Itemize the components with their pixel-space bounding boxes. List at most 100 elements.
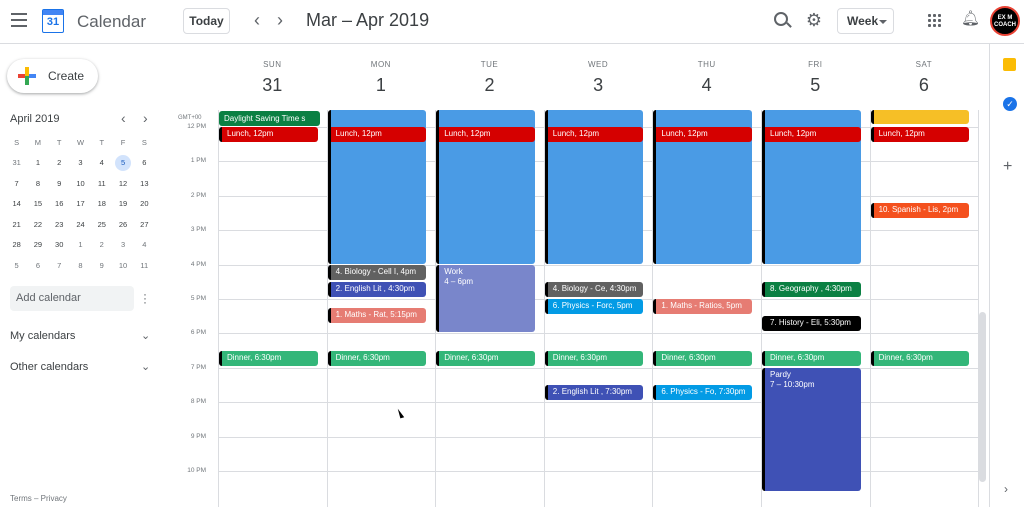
- event-chip[interactable]: Dinner, 6:30pm: [870, 350, 970, 366]
- mini-day[interactable]: 2: [49, 158, 70, 167]
- event-chip[interactable]: Dinner, 6:30pm: [327, 350, 427, 366]
- add-calendar-input[interactable]: Add calendar: [10, 286, 134, 311]
- mini-day[interactable]: 4: [91, 158, 112, 167]
- scrollbar[interactable]: [979, 312, 986, 482]
- more-vert-icon[interactable]: · · ·: [143, 288, 147, 308]
- event-chip[interactable]: Lunch, 12pm: [870, 127, 970, 143]
- event-chip[interactable]: 7. History - Eli, 5:30pm: [762, 316, 861, 332]
- mini-day[interactable]: 22: [27, 220, 48, 229]
- event-chip[interactable]: Dinner, 6:30pm: [544, 350, 644, 366]
- day-number[interactable]: 5: [761, 75, 870, 96]
- day-number[interactable]: 31: [218, 75, 327, 96]
- mini-day[interactable]: 6: [27, 261, 48, 270]
- event-chip[interactable]: Lunch, 12pm: [436, 127, 535, 143]
- mini-day[interactable]: 11: [134, 261, 155, 270]
- mini-day[interactable]: 6: [134, 158, 155, 167]
- event-chip[interactable]: 1. Maths - Ratios, 5pm: [653, 299, 752, 315]
- event-chip[interactable]: 10. Spanish - Lis, 2pm: [870, 202, 970, 218]
- event-chip[interactable]: Lunch, 12pm: [544, 127, 644, 143]
- day-header-fri[interactable]: FRI 5: [761, 44, 870, 96]
- event-chip[interactable]: Dinner, 6:30pm: [762, 350, 861, 366]
- mini-day[interactable]: 10: [70, 179, 91, 188]
- day-header-wed[interactable]: WED 3: [544, 44, 653, 96]
- mini-day[interactable]: 14: [6, 199, 27, 208]
- avatar[interactable]: EX M COACH: [990, 6, 1020, 36]
- mini-day[interactable]: 27: [134, 220, 155, 229]
- mini-day[interactable]: 1: [27, 158, 48, 167]
- main-menu-icon[interactable]: [11, 13, 27, 27]
- day-header-sat[interactable]: SAT 6: [870, 44, 979, 96]
- day-header-tue[interactable]: TUE 2: [435, 44, 544, 96]
- mini-day[interactable]: 17: [70, 199, 91, 208]
- mini-day[interactable]: 30: [49, 240, 70, 249]
- event-chip[interactable]: 2. English Lit , 4:30pm: [327, 281, 427, 297]
- mini-day[interactable]: 9: [49, 179, 70, 188]
- event-block[interactable]: [870, 109, 970, 125]
- mini-day[interactable]: 28: [6, 240, 27, 249]
- day-header-mon[interactable]: MON 1: [327, 44, 436, 96]
- mini-day[interactable]: 24: [70, 220, 91, 229]
- chevron-right-icon[interactable]: ›: [143, 110, 148, 126]
- mini-day[interactable]: 29: [27, 240, 48, 249]
- create-button[interactable]: Create: [7, 59, 98, 93]
- day-number[interactable]: 1: [327, 75, 436, 96]
- mini-day[interactable]: 25: [91, 220, 112, 229]
- event-chip[interactable]: Dinner, 6:30pm: [436, 350, 535, 366]
- mini-day[interactable]: 13: [134, 179, 155, 188]
- event-chip[interactable]: 6. Physics - Forc, 5pm: [544, 299, 644, 315]
- day-number[interactable]: 2: [435, 75, 544, 96]
- my-calendars-section[interactable]: My calendars: [10, 330, 75, 342]
- day-number[interactable]: 6: [870, 75, 979, 96]
- mini-day[interactable]: 4: [134, 240, 155, 249]
- chevron-down-icon[interactable]: ⌄: [141, 360, 150, 373]
- event-chip[interactable]: 1. Maths - Rat, 5:15pm: [327, 307, 427, 323]
- mini-day[interactable]: 21: [6, 220, 27, 229]
- mini-day[interactable]: 23: [49, 220, 70, 229]
- event-chip[interactable]: 8. Geography , 4:30pm: [762, 281, 861, 297]
- mini-day[interactable]: 2: [91, 240, 112, 249]
- add-addon-icon[interactable]: +: [1003, 158, 1012, 176]
- event-chip[interactable]: 6. Physics - Fo, 7:30pm: [653, 385, 752, 401]
- mini-day[interactable]: 1: [70, 240, 91, 249]
- event-chip[interactable]: 2. English Lit , 7:30pm: [544, 385, 644, 401]
- view-selector[interactable]: Week: [837, 8, 894, 34]
- mini-day[interactable]: 10: [112, 261, 133, 270]
- mini-day[interactable]: 7: [6, 179, 27, 188]
- event-chip[interactable]: Lunch, 12pm: [327, 127, 427, 143]
- mini-day[interactable]: 18: [91, 199, 112, 208]
- mini-day[interactable]: 15: [27, 199, 48, 208]
- mini-day[interactable]: 5: [112, 154, 133, 171]
- mini-day[interactable]: 20: [134, 199, 155, 208]
- mini-day[interactable]: 5: [6, 261, 27, 270]
- chevron-left-icon[interactable]: ‹: [247, 10, 267, 30]
- event-card[interactable]: Pardy 7 – 10:30pm: [762, 367, 861, 491]
- day-number[interactable]: 3: [544, 75, 653, 96]
- mini-day[interactable]: 26: [112, 220, 133, 229]
- other-calendars-section[interactable]: Other calendars: [10, 361, 88, 373]
- keep-icon[interactable]: [1003, 58, 1016, 71]
- all-day-event[interactable]: Daylight Saving Time s: [219, 111, 320, 126]
- mini-day[interactable]: 3: [112, 240, 133, 249]
- day-header-sun[interactable]: SUN 31: [218, 44, 327, 96]
- event-chip[interactable]: Lunch, 12pm: [762, 127, 861, 143]
- mini-day[interactable]: 12: [112, 179, 133, 188]
- chevron-right-icon[interactable]: ›: [1004, 482, 1008, 496]
- day-header-thu[interactable]: THU 4: [652, 44, 761, 96]
- event-chip[interactable]: 4. Biology - Cell I, 4pm: [327, 264, 427, 280]
- mini-day[interactable]: 16: [49, 199, 70, 208]
- event-chip[interactable]: Lunch, 12pm: [653, 127, 752, 143]
- gear-icon[interactable]: ⚙: [805, 11, 823, 29]
- mini-day[interactable]: 8: [70, 261, 91, 270]
- day-number[interactable]: 4: [652, 75, 761, 96]
- mini-day[interactable]: 7: [49, 261, 70, 270]
- mini-day[interactable]: 8: [27, 179, 48, 188]
- mini-day[interactable]: 3: [70, 158, 91, 167]
- chevron-down-icon[interactable]: ⌄: [141, 329, 150, 342]
- footer-links[interactable]: Terms – Privacy: [10, 494, 67, 503]
- mini-day[interactable]: 11: [91, 179, 112, 188]
- event-card[interactable]: Work 4 – 6pm: [436, 264, 535, 333]
- event-chip[interactable]: 4. Biology - Ce, 4:30pm: [544, 281, 644, 297]
- chevron-right-icon[interactable]: ›: [270, 10, 290, 30]
- mini-day[interactable]: 9: [91, 261, 112, 270]
- event-chip[interactable]: Dinner, 6:30pm: [653, 350, 752, 366]
